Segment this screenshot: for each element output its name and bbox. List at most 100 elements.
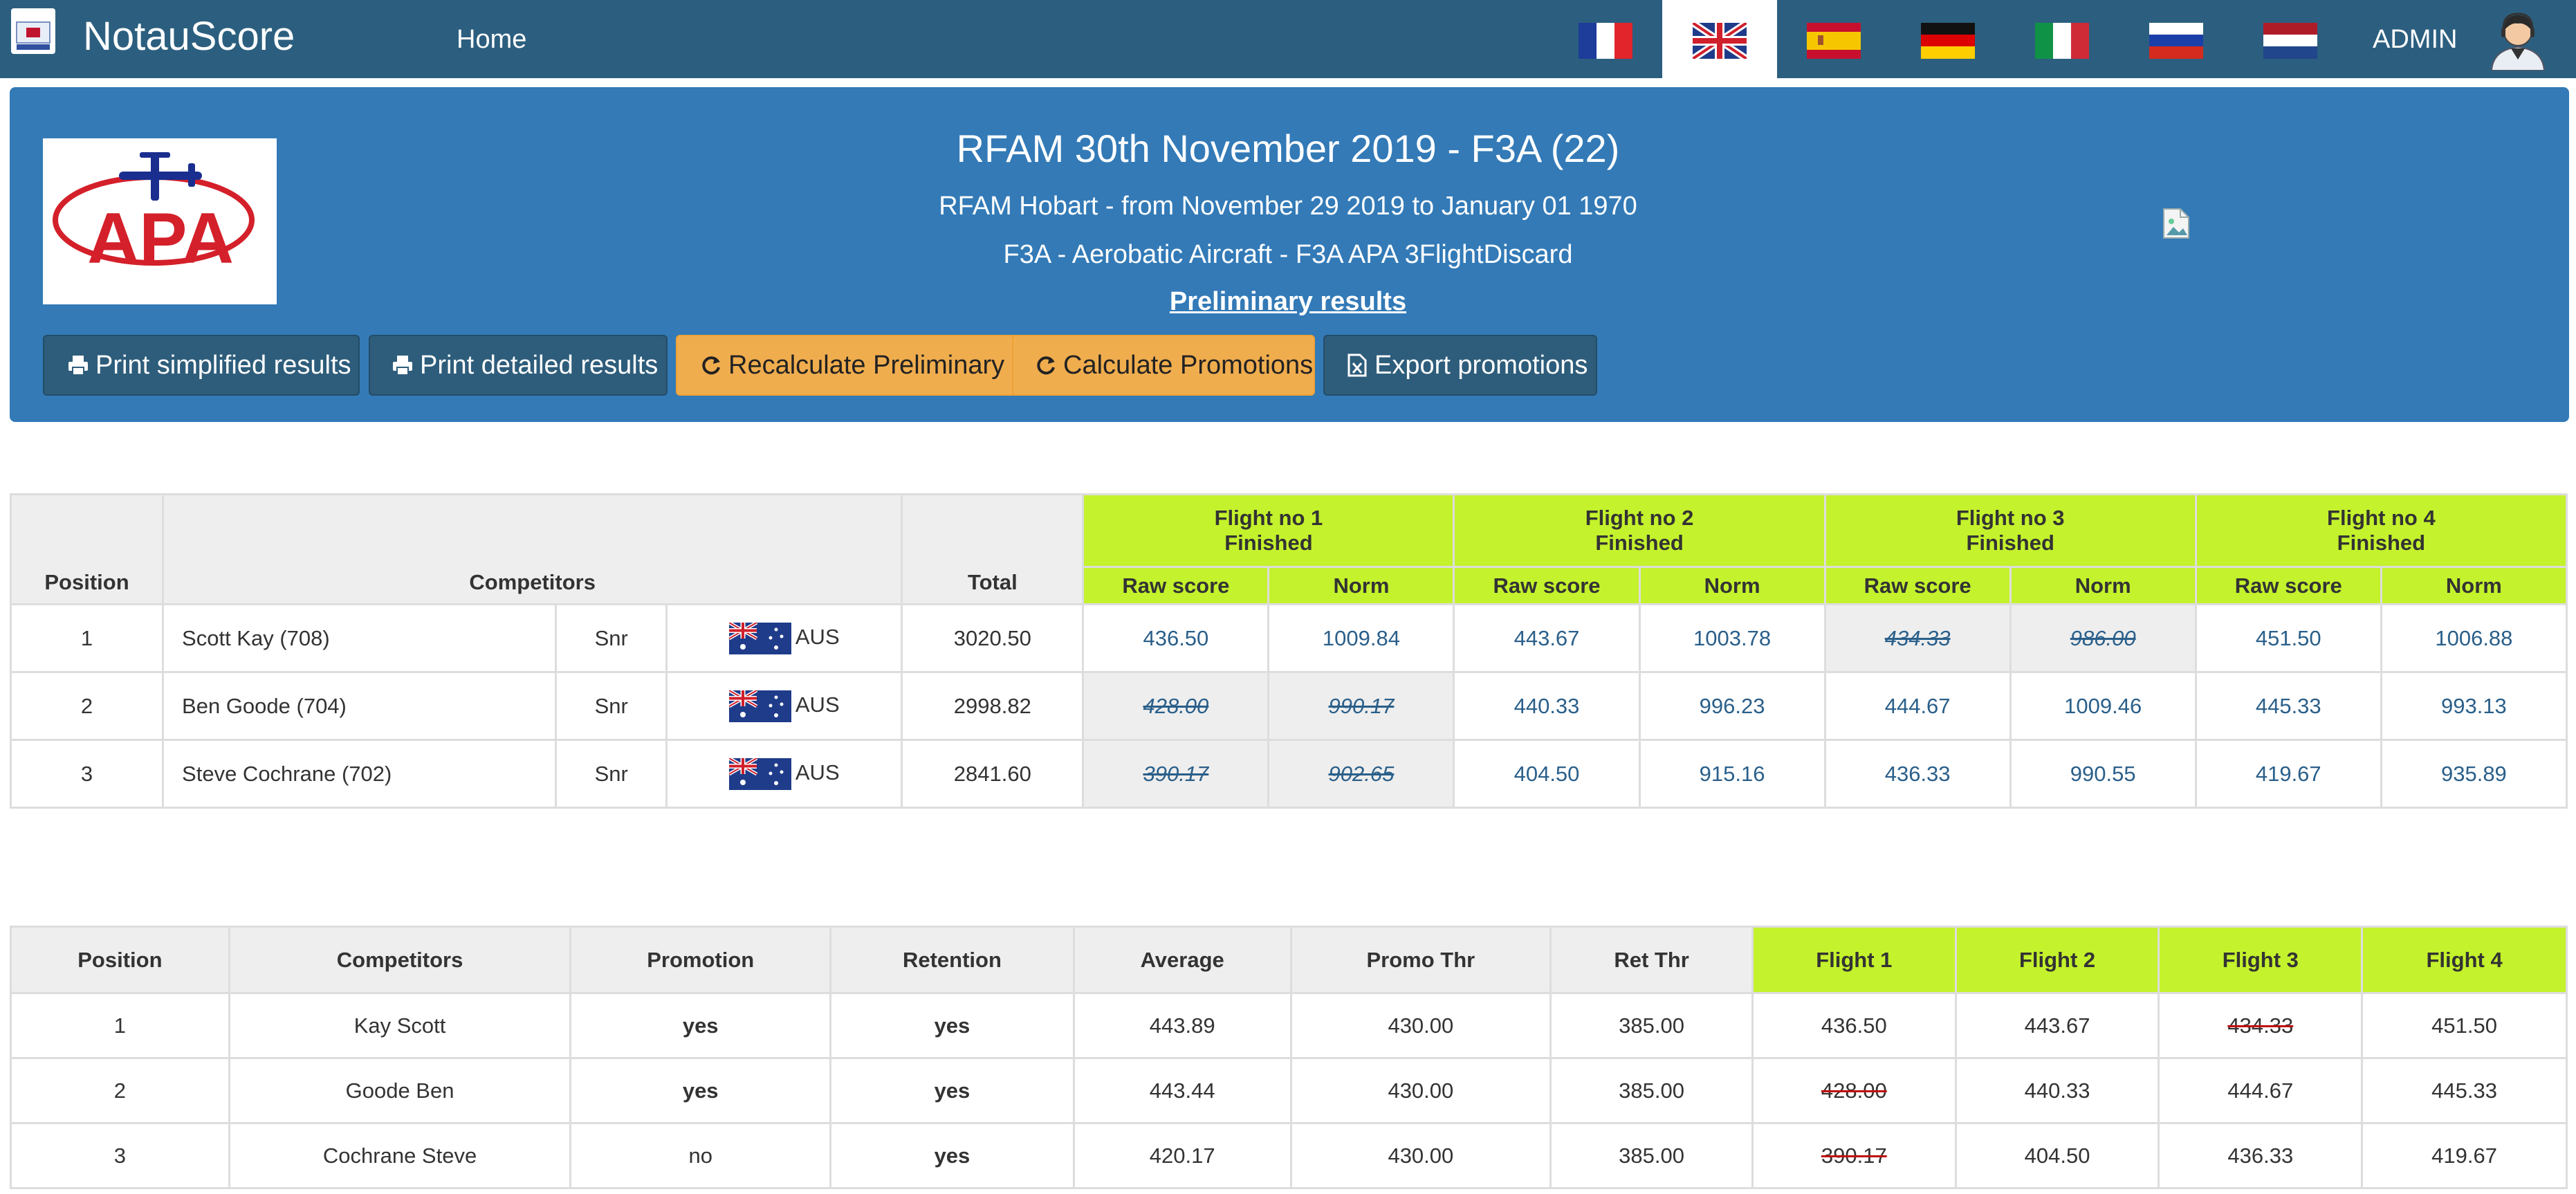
raw-score-cell[interactable]: 428.00 [1082,671,1270,741]
competitor-name-cell: Scott Kay (708) [162,603,558,673]
export-promotions-button[interactable]: Export promotions [1323,335,1597,396]
australia-flag-icon [728,622,791,654]
flight-score-cell: 451.50 [2361,992,2568,1059]
promotion-cell: no [569,1122,832,1189]
refresh-icon [702,356,720,375]
recalculate-preliminary-label: Recalculate Preliminary [728,351,1005,380]
flight-score-cell: 390.17 [1751,1122,1957,1189]
position-cell: 1 [9,603,165,673]
col-raw-score: Raw score [1823,566,2012,605]
export-promotions-label: Export promotions [1374,351,1588,380]
col-norm: Norm [2380,566,2568,605]
norm-score-cell[interactable]: 986.00 [2009,603,2197,673]
promo-threshold-cell: 430.00 [1289,1122,1552,1189]
raw-score-cell[interactable]: 444.67 [1823,671,2012,741]
norm-score-cell[interactable]: 1006.88 [2380,603,2568,673]
results-row: 3 Steve Cochrane (702) Snr AUS 2841.60 390.17… [9,739,2568,809]
calculate-promotions-button[interactable]: Calculate Promotions [1012,335,1315,396]
raw-score-cell[interactable]: 434.33 [1823,603,2012,673]
brand-logo-icon[interactable] [11,8,55,54]
ret-threshold-cell: 385.00 [1549,1057,1754,1124]
flight-3-name: Flight no 3 [1956,506,2065,530]
flight-score-cell: 445.33 [2361,1057,2568,1124]
raw-score-cell[interactable]: 436.33 [1823,739,2012,809]
raw-score-cell[interactable]: 390.17 [1082,739,1270,809]
position-cell: 2 [10,1057,230,1124]
nav-home-link[interactable]: Home [457,24,526,55]
norm-score-cell[interactable]: 990.55 [2009,739,2197,809]
promo-col-retention: Retention [829,926,1075,994]
retention-cell: yes [829,992,1075,1059]
ret-threshold-cell: 385.00 [1549,1122,1754,1189]
col-position: Position [9,493,165,605]
promotion-row: 3 Cochrane Steve no yes 420.17 430.00 385.00 39… [10,1122,2568,1189]
position-cell: 3 [9,739,165,809]
flag-netherlands-icon[interactable] [2263,23,2317,59]
user-avatar-icon[interactable] [2486,10,2550,71]
promo-col-flight-2: Flight 2 [1954,926,2160,994]
ret-threshold-cell: 385.00 [1549,992,1754,1059]
flight-1-name: Flight no 1 [1214,506,1323,530]
flight-score-cell: 436.33 [2158,1122,2364,1189]
top-navbar: NotauScore Home ADMIN [0,0,2576,82]
flight-2-name: Flight no 2 [1585,506,1694,530]
preliminary-results-link: Preliminary results [0,286,2576,317]
admin-menu[interactable]: ADMIN [2373,24,2457,55]
norm-score-cell[interactable]: 1009.84 [1267,603,1455,673]
promo-col-flight-1: Flight 1 [1751,926,1957,994]
norm-score-cell[interactable]: 902.65 [1267,739,1455,809]
results-row: 2 Ben Goode (704) Snr AUS 2998.82 428.00 990.1… [9,671,2568,741]
excel-file-icon [1347,353,1367,377]
flag-russia-icon[interactable] [2149,23,2203,59]
promotion-cell: yes [569,992,832,1059]
col-competitors: Competitors [162,493,903,605]
flight-score-cell: 428.00 [1751,1057,1957,1124]
flag-germany-icon[interactable] [1921,23,1975,59]
raw-score-cell[interactable]: 440.33 [1453,671,1641,741]
australia-flag-icon [728,690,791,722]
promo-col-average: Average [1072,926,1292,994]
norm-score-cell[interactable]: 1003.78 [1638,603,1826,673]
raw-score-cell[interactable]: 436.50 [1082,603,1270,673]
col-raw-score: Raw score [2194,566,2382,605]
print-simplified-button[interactable]: Print simplified results [43,335,360,396]
flight-4-header: Flight no 4 Finished [2194,493,2568,568]
flag-france-icon[interactable] [1579,23,1632,59]
brand-name[interactable]: NotauScore [83,12,295,61]
promotion-row: 1 Kay Scott yes yes 443.89 430.00 385.00 436.50… [10,992,2568,1059]
promotion-row: 2 Goode Ben yes yes 443.44 430.00 385.00 428.00… [10,1057,2568,1124]
raw-score-cell[interactable]: 419.67 [2194,739,2382,809]
class-cell: Snr [555,671,668,741]
retention-cell: yes [829,1122,1075,1189]
col-norm: Norm [1267,566,1455,605]
print-simplified-label: Print simplified results [95,351,351,380]
norm-score-cell[interactable]: 993.13 [2380,671,2568,741]
norm-score-cell[interactable]: 915.16 [1638,739,1826,809]
norm-score-cell[interactable]: 996.23 [1638,671,1826,741]
raw-score-cell[interactable]: 443.67 [1453,603,1641,673]
norm-score-cell[interactable]: 1009.46 [2009,671,2197,741]
promo-col-position: Position [10,926,230,994]
country-cell: AUS [665,739,903,809]
raw-score-cell[interactable]: 451.50 [2194,603,2382,673]
results-row: 1 Scott Kay (708) Snr AUS 3020.50 436.50 1009.… [9,603,2568,673]
raw-score-cell[interactable]: 445.33 [2194,671,2382,741]
flag-italy-icon[interactable] [2035,23,2089,59]
class-cell: Snr [555,603,668,673]
australia-flag-icon [728,757,791,790]
flight-score-cell: 440.33 [1954,1057,2160,1124]
competitor-name-cell: Kay Scott [228,992,572,1059]
raw-score-cell[interactable]: 404.50 [1453,739,1641,809]
position-cell: 1 [10,992,230,1059]
flag-uk-icon[interactable] [1693,23,1747,59]
norm-score-cell[interactable]: 990.17 [1267,671,1455,741]
refresh-icon [1037,356,1055,375]
print-detailed-label: Print detailed results [420,351,659,380]
col-norm: Norm [2009,566,2197,605]
preliminary-results-link-label[interactable]: Preliminary results [1170,287,1406,316]
flag-spain-icon[interactable] [1807,23,1861,59]
print-detailed-button[interactable]: Print detailed results [369,335,668,396]
competitor-name-cell: Goode Ben [228,1057,572,1124]
col-raw-score: Raw score [1453,566,1641,605]
norm-score-cell[interactable]: 935.89 [2380,739,2568,809]
